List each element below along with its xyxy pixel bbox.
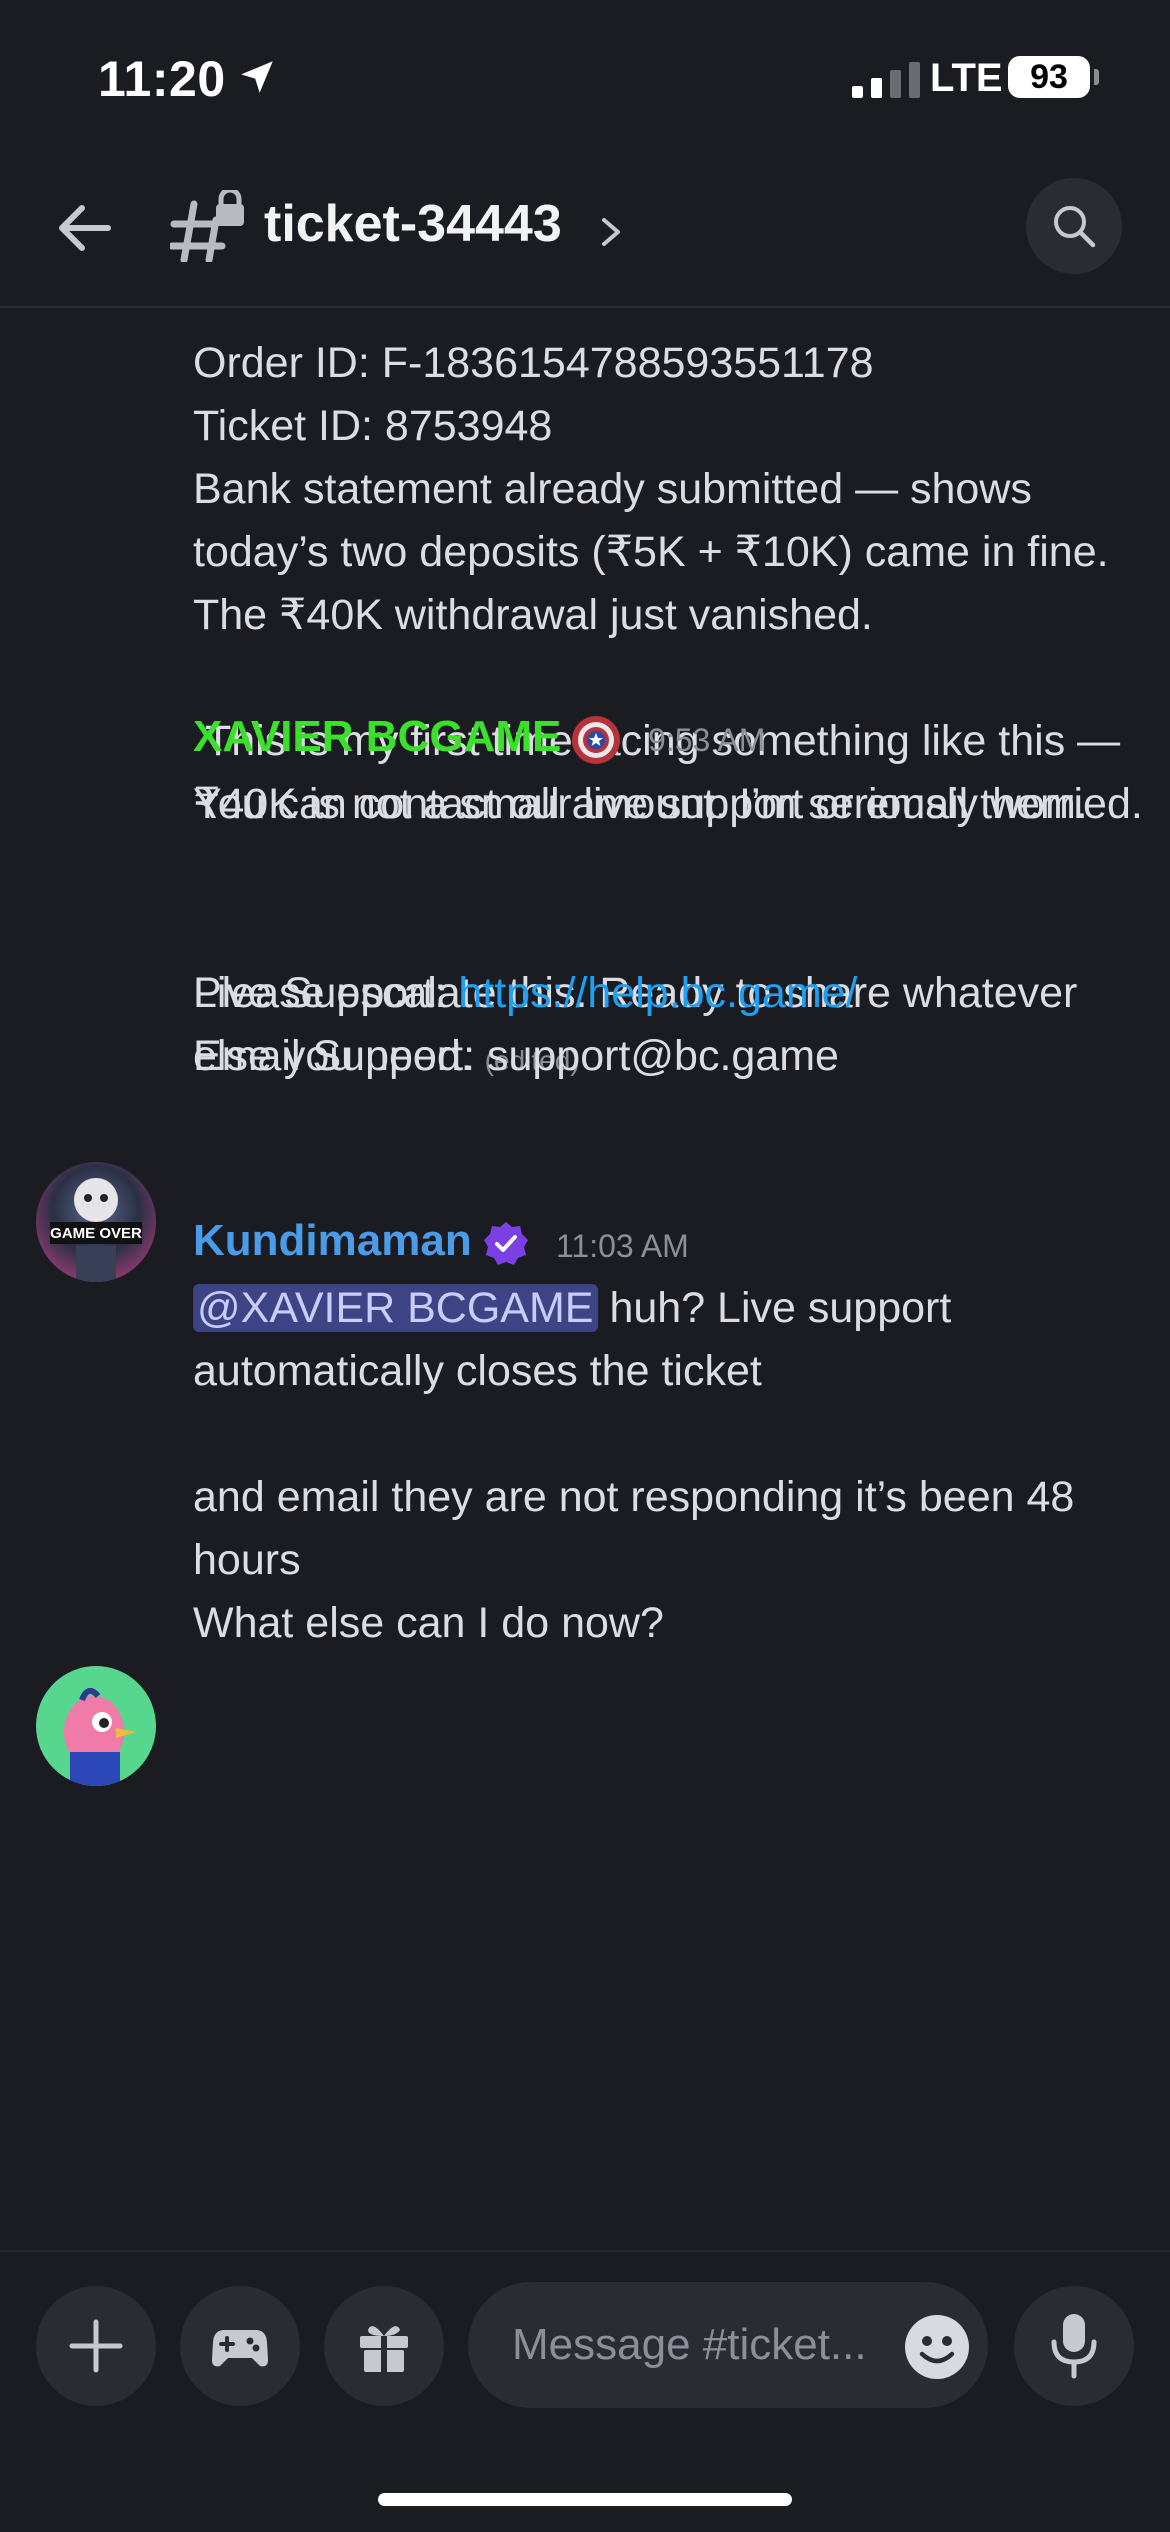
battery-nub (1094, 69, 1099, 85)
live-support-label: Live Support: (193, 969, 459, 1017)
location-arrow-icon (241, 61, 273, 93)
status-bar: 11:20 LTE 93 (0, 0, 1170, 150)
voice-message-button[interactable] (1014, 2286, 1134, 2406)
message-list[interactable]: Order ID: F-1836154788593551178 Ticket I… (0, 310, 1170, 2250)
message-paragraph: Bank statement already submitted — shows… (193, 465, 1120, 639)
message-paragraph: What else can I do now? (193, 1599, 664, 1647)
author-name-xavier[interactable]: XAVIER BCGAME (193, 712, 561, 762)
activities-button[interactable] (180, 2286, 300, 2406)
search-icon (1054, 206, 1096, 248)
message-ticket-id: Ticket ID: 8753948 (193, 402, 553, 450)
avatar[interactable] (36, 1666, 156, 1786)
message-composer (0, 2250, 1170, 2532)
help-link[interactable]: https://help.bc.game/ (458, 969, 857, 1017)
user-mention[interactable]: @XAVIER BCGAME (193, 1284, 598, 1332)
game-controller-icon (212, 2330, 268, 2367)
message-timestamp: 11:03 AM (556, 1228, 689, 1264)
locked-channel-hash-icon (170, 190, 244, 262)
carrier-label: LTE (930, 56, 1003, 100)
battery-level: 93 (1008, 56, 1090, 98)
avatar[interactable]: GAME OVER (36, 1162, 156, 1282)
search-button[interactable] (1026, 178, 1122, 274)
channel-header: ticket-34443 (0, 150, 1170, 308)
channel-title[interactable]: ticket-34443 (264, 194, 562, 254)
chevron-right-icon[interactable] (596, 212, 628, 252)
add-attachment-button[interactable] (36, 2286, 156, 2406)
home-indicator[interactable] (378, 2493, 792, 2506)
message-paragraph: and email they are not responding it’s b… (193, 1473, 1087, 1584)
message-paragraph-with-mention: @XAVIER BCGAME huh? Live support automat… (193, 1277, 1143, 1403)
bird-avatar-image (36, 1666, 156, 1786)
cellular-signal-icon (852, 62, 920, 98)
verified-badge-icon (484, 1222, 528, 1265)
avatar-caption: GAME OVER (50, 1225, 142, 1242)
emoji-icon[interactable] (904, 2314, 970, 2380)
gift-button[interactable] (324, 2286, 444, 2406)
message-paragraph: You can contact our live support or emai… (193, 780, 1088, 828)
game-over-avatar-image: GAME OVER (36, 1162, 156, 1282)
message-timestamp: 9:53 AM (648, 722, 766, 758)
back-arrow-icon[interactable] (52, 196, 116, 260)
message-order-id: Order ID: F-1836154788593551178 (193, 339, 874, 387)
plus-icon (69, 2319, 123, 2373)
live-support-line: Live Support: https://help.bc.game/ (193, 962, 1143, 1025)
gift-icon (360, 2326, 408, 2372)
author-name-kundimaman[interactable]: Kundimaman (193, 1216, 472, 1266)
status-time: 11:20 (98, 51, 226, 107)
email-support-line: Email Support: support@bc.game (193, 1032, 839, 1080)
shield-badge-icon (572, 716, 620, 764)
microphone-icon (1051, 2314, 1097, 2379)
